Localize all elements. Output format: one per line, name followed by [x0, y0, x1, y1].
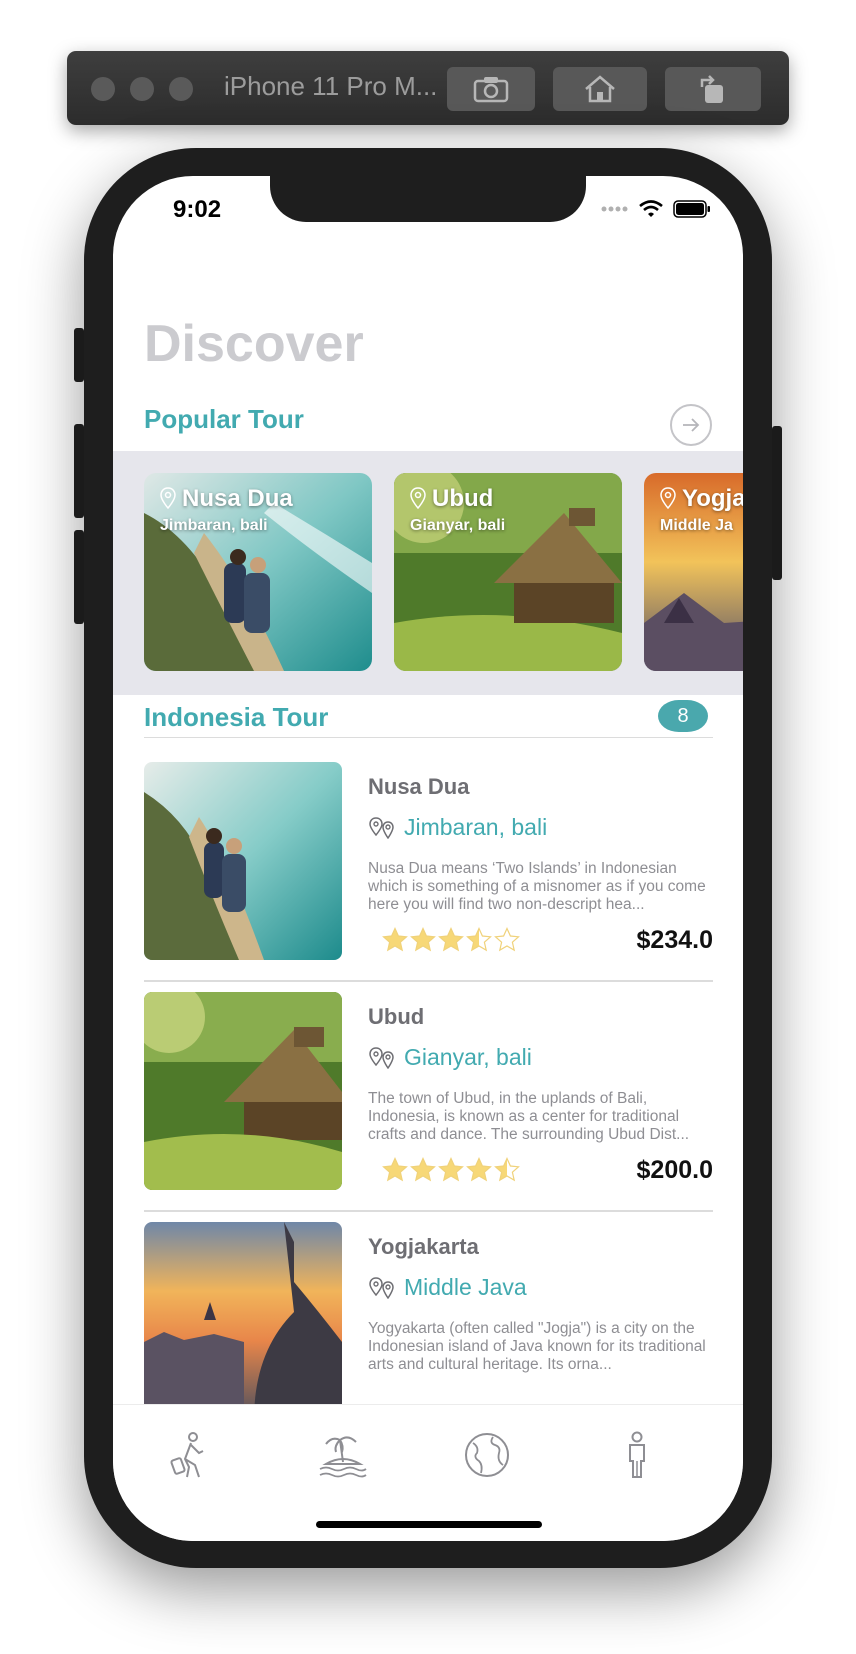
map-pin-icon: [369, 816, 394, 839]
tour-location: Middle Java: [368, 1274, 527, 1301]
star-rating: [382, 927, 520, 953]
tour-description: Yogyakarta (often called "Jogja") is a c…: [368, 1320, 706, 1373]
popular-card-location: Gianyar, bali: [410, 517, 506, 534]
star-empty-icon: [494, 927, 520, 952]
home-icon: [585, 75, 615, 103]
indonesia-tour-title: Indonesia Tour: [144, 702, 329, 732]
tab-traveler[interactable]: [159, 1425, 219, 1485]
tour-price: $234.0: [636, 926, 713, 954]
star-full-icon: [466, 1157, 492, 1182]
star-rating: [382, 1157, 520, 1183]
mute-switch: [74, 328, 84, 382]
tab-globe[interactable]: [457, 1425, 517, 1485]
tour-list-item[interactable]: Nusa Dua Jimbaran, bali Nusa Dua means ‘…: [144, 762, 713, 1006]
star-full-icon: [410, 1157, 436, 1182]
arrow-right-icon: [683, 418, 700, 432]
star-half-icon: [466, 927, 492, 952]
popular-card[interactable]: Ubud Gianyar, bali: [394, 473, 622, 671]
status-icons: [601, 200, 711, 218]
section-divider: [144, 737, 713, 738]
rotate-icon: [700, 75, 723, 103]
hut-photo: [394, 473, 622, 671]
item-divider: [144, 980, 713, 982]
home-indicator[interactable]: [316, 1521, 542, 1528]
zoom-window-button[interactable]: [169, 77, 193, 101]
minimize-window-button[interactable]: [130, 77, 154, 101]
wifi-icon: [639, 200, 663, 217]
simulator-title: iPhone 11 Pro M...: [224, 71, 438, 101]
star-full-icon: [438, 1157, 464, 1182]
tour-thumbnail: [144, 762, 342, 960]
power-button: [772, 426, 782, 580]
beach-photo: [144, 762, 342, 960]
tab-profile[interactable]: [607, 1425, 667, 1485]
tour-description: The town of Ubud, in the uplands of Bali…: [368, 1090, 690, 1143]
popular-card[interactable]: Yogja Middle Ja: [644, 473, 743, 671]
map-pin-icon: [369, 1276, 394, 1299]
notch: [270, 176, 586, 222]
item-divider: [144, 1210, 713, 1212]
tour-location-label: Gianyar, bali: [404, 1044, 532, 1070]
location-pin-icon: [660, 487, 676, 509]
screenshot-button[interactable]: [447, 67, 535, 111]
phone-screen: 9:02 Discover Popular Tour Nusa Dua Jimb…: [113, 176, 743, 1541]
island-icon: [319, 1436, 367, 1478]
tour-location: Gianyar, bali: [368, 1044, 532, 1071]
popular-carousel[interactable]: Nusa Dua Jimbaran, bali Ubud Gianyar, ba…: [113, 451, 743, 695]
star-half-icon: [494, 1157, 520, 1182]
tour-location: Jimbaran, bali: [368, 814, 547, 841]
star-full-icon: [410, 927, 436, 952]
globe-icon: [465, 1433, 509, 1477]
close-window-button[interactable]: [91, 77, 115, 101]
popular-card[interactable]: Nusa Dua Jimbaran, bali: [144, 473, 372, 671]
popular-see-all-button[interactable]: [670, 404, 712, 446]
tour-name: Ubud: [368, 1004, 425, 1029]
tour-price: $200.0: [636, 1156, 713, 1184]
temple-photo: [144, 1222, 342, 1420]
popular-card-title: Nusa Dua: [182, 485, 293, 512]
tour-thumbnail: [144, 1222, 342, 1420]
simulator-title-bar: iPhone 11 Pro M...: [67, 51, 789, 125]
home-button[interactable]: [553, 67, 647, 111]
popular-card-location: Middle Ja: [660, 517, 733, 534]
tour-description: Nusa Dua means ‘Two Islands’ in Indonesi…: [368, 860, 706, 913]
signal-icon: [601, 206, 628, 212]
tour-name: Nusa Dua: [368, 774, 470, 799]
page-title: Discover: [144, 315, 364, 373]
popular-card-title: Ubud: [432, 485, 494, 512]
star-full-icon: [382, 1157, 408, 1182]
star-full-icon: [438, 927, 464, 952]
hut-photo: [144, 992, 342, 1190]
volume-up-button: [74, 424, 84, 518]
tab-island[interactable]: [313, 1425, 373, 1485]
tour-name: Yogjakarta: [368, 1234, 479, 1259]
location-pin-icon: [160, 487, 176, 509]
tour-thumbnail: [144, 992, 342, 1190]
popular-card-title: Yogja: [682, 485, 743, 512]
rotate-button[interactable]: [665, 67, 761, 111]
location-pin-icon: [410, 487, 426, 509]
popular-card-location: Jimbaran, bali: [160, 517, 268, 534]
tour-count-badge: 8: [658, 700, 708, 732]
status-time: 9:02: [173, 196, 222, 223]
battery-icon: [673, 200, 710, 218]
tour-list-item[interactable]: Ubud Gianyar, bali The town of Ubud, in …: [144, 992, 713, 1236]
star-full-icon: [382, 927, 408, 952]
screenshot-icon: [473, 77, 509, 103]
traveler-icon: [170, 1432, 204, 1478]
popular-tour-title: Popular Tour: [144, 404, 304, 434]
volume-down-button: [74, 530, 84, 624]
tour-location-label: Middle Java: [404, 1274, 527, 1300]
tour-location-label: Jimbaran, bali: [404, 814, 548, 840]
person-icon: [629, 1431, 645, 1478]
map-pin-icon: [369, 1046, 394, 1069]
